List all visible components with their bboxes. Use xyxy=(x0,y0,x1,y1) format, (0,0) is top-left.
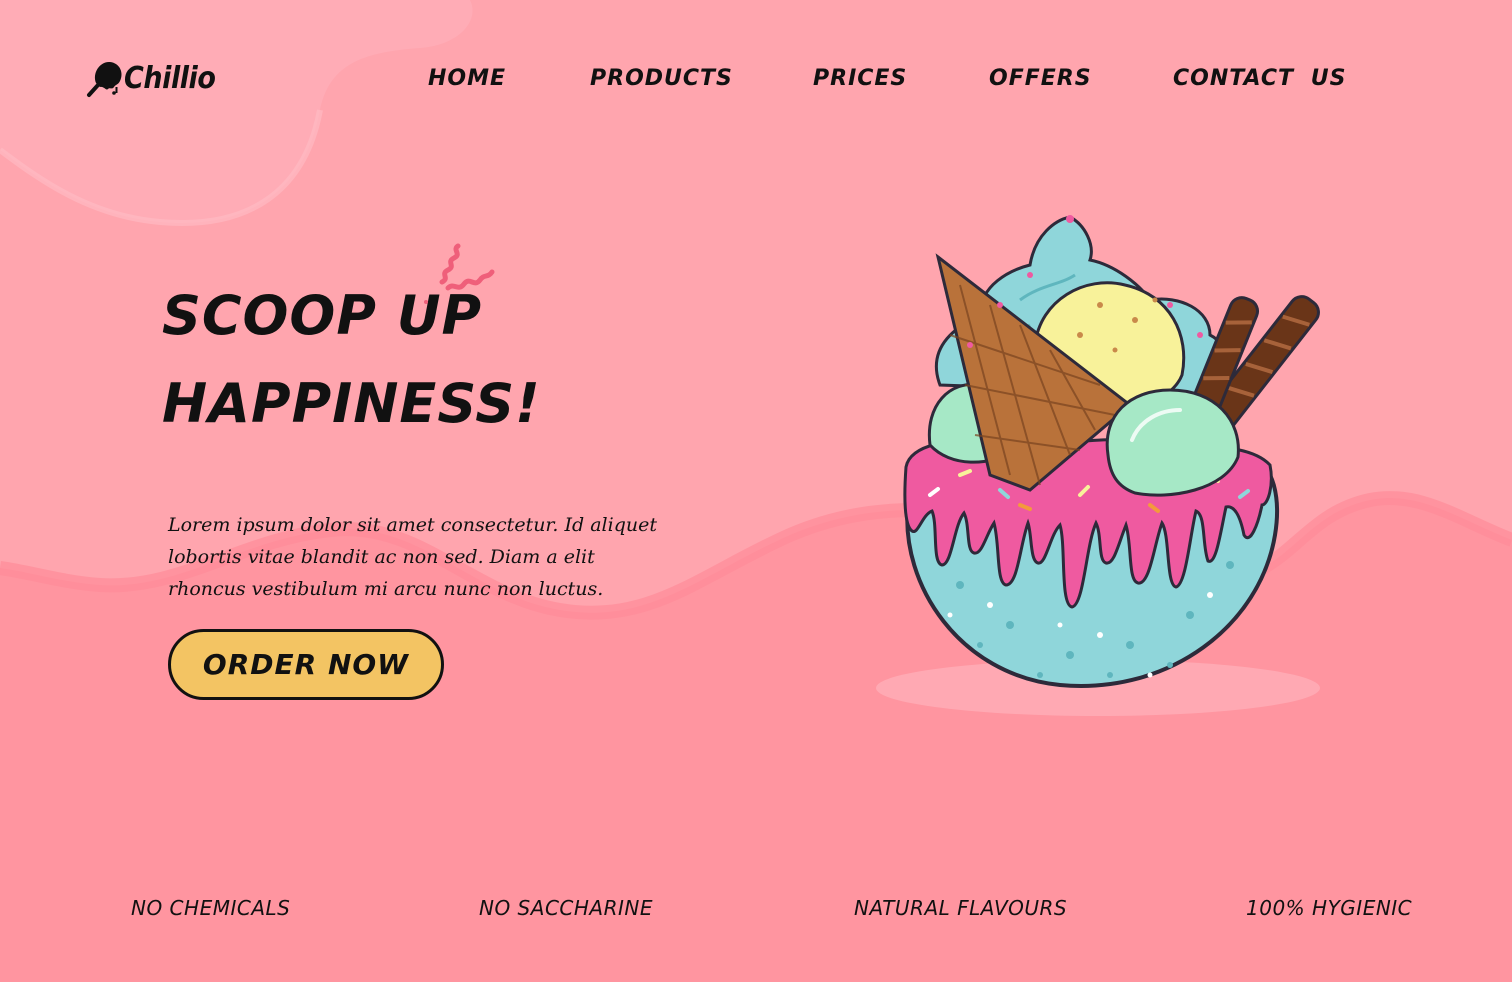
feature-100-hygienic: 100% HYGIENIC xyxy=(1246,896,1413,920)
nav-prices[interactable]: PRICES xyxy=(813,66,907,91)
order-now-button[interactable]: ORDER NOW xyxy=(168,629,444,700)
feature-no-saccharine: NO SACCHARINE xyxy=(479,896,653,920)
ice-cream-scoop-icon xyxy=(87,61,122,97)
nav-offers[interactable]: OFFERS xyxy=(989,66,1092,91)
hero-description: Lorem ipsum dolor sit amet consectetur. … xyxy=(168,514,657,600)
brand-logo[interactable]: Chillio xyxy=(86,56,226,100)
nav-products[interactable]: PRODUCTS xyxy=(590,66,733,91)
hero-title-line2: HAPPINESS! xyxy=(162,372,541,435)
brand-name: Chillio xyxy=(124,60,216,96)
feature-natural-flavours: NATURAL FLAVOURS xyxy=(854,896,1068,920)
feature-no-chemicals: NO CHEMICALS xyxy=(131,896,291,920)
ice-cream-bowl-illustration xyxy=(903,215,1320,688)
sprinkle-squiggle-icon xyxy=(424,243,495,304)
nav-home[interactable]: HOME xyxy=(428,66,506,91)
nav-contact-us[interactable]: CONTACT US xyxy=(1173,66,1346,91)
